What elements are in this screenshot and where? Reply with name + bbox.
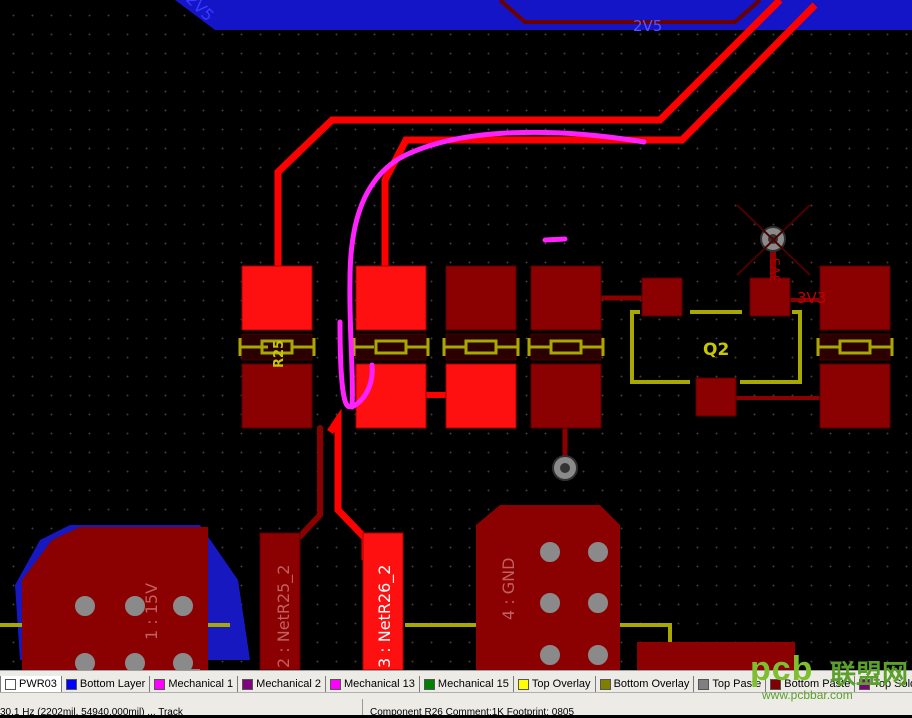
pad-label-gnd: 4 : GND	[499, 558, 518, 620]
layer-tab-mechanical-13[interactable]: Mechanical 13	[324, 676, 421, 693]
layer-tab-mechanical-15[interactable]: Mechanical 15	[418, 676, 515, 693]
pad-label-netr25: 2 : NetR25_2	[274, 565, 294, 668]
layer-color-swatch	[5, 678, 16, 690]
connector-pads[interactable]	[22, 505, 795, 670]
layer-tab-pwr03[interactable]: PWR03	[0, 676, 63, 693]
watermark-logo: pcb 联盟网 www.pcbbar.com	[750, 650, 909, 702]
vias[interactable]	[71, 204, 811, 670]
designator-r25: R25	[272, 340, 287, 368]
status-divider	[362, 699, 363, 715]
pcb-canvas[interactable]: 2V5 2V5 3V3 3V3 Q2 R25 1 : 15V 2 : NetR2…	[0, 0, 912, 670]
designator-q2: Q2	[703, 340, 729, 360]
layer-color-swatch	[154, 678, 166, 690]
layer-tab-label: Bottom Layer	[79, 678, 146, 690]
layer-tab-label: Top Overlay	[531, 678, 591, 690]
layer-color-swatch	[517, 678, 529, 690]
layer-color-swatch	[329, 678, 341, 690]
net-label-2v5-right: 2V5	[633, 17, 662, 35]
net-label-3v3-pad: 3V3	[797, 289, 826, 307]
pad-label-netr26: 3 : NetR26_2	[375, 565, 395, 668]
layer-tab-label: Mechanical 1	[168, 678, 234, 690]
layer-tab-top-overlay[interactable]: Top Overlay	[512, 676, 597, 693]
layer-tab-mechanical-2[interactable]: Mechanical 2	[237, 676, 327, 693]
layer-tab-bottom-overlay[interactable]: Bottom Overlay	[594, 676, 696, 693]
layer-color-swatch	[423, 678, 435, 690]
layer-tab-label: Mechanical 15	[437, 678, 509, 690]
layer-color-swatch	[65, 678, 77, 690]
layer-tab-label: Mechanical 2	[256, 678, 321, 690]
layer-color-swatch	[698, 678, 710, 690]
layer-tab-label: Bottom Overlay	[613, 678, 690, 690]
layer-tab-label: Mechanical 13	[343, 678, 415, 690]
layer-tab-label: PWR03	[19, 678, 57, 690]
net-label-3v3: 3V3	[769, 258, 784, 283]
layer-color-swatch	[242, 678, 254, 690]
layer-tab-mechanical-1[interactable]: Mechanical 1	[149, 676, 240, 693]
pad-label-15v: 1 : 15V	[142, 583, 161, 640]
status-component-info: Component R26 Comment:1K Footprint: 0805	[370, 707, 574, 718]
layer-tab-bottom-layer[interactable]: Bottom Layer	[60, 676, 152, 693]
layer-color-swatch	[599, 678, 611, 690]
status-coordinates: 30.1 Hz (2202mil, 54940.000mil) ... Trac…	[0, 707, 183, 718]
